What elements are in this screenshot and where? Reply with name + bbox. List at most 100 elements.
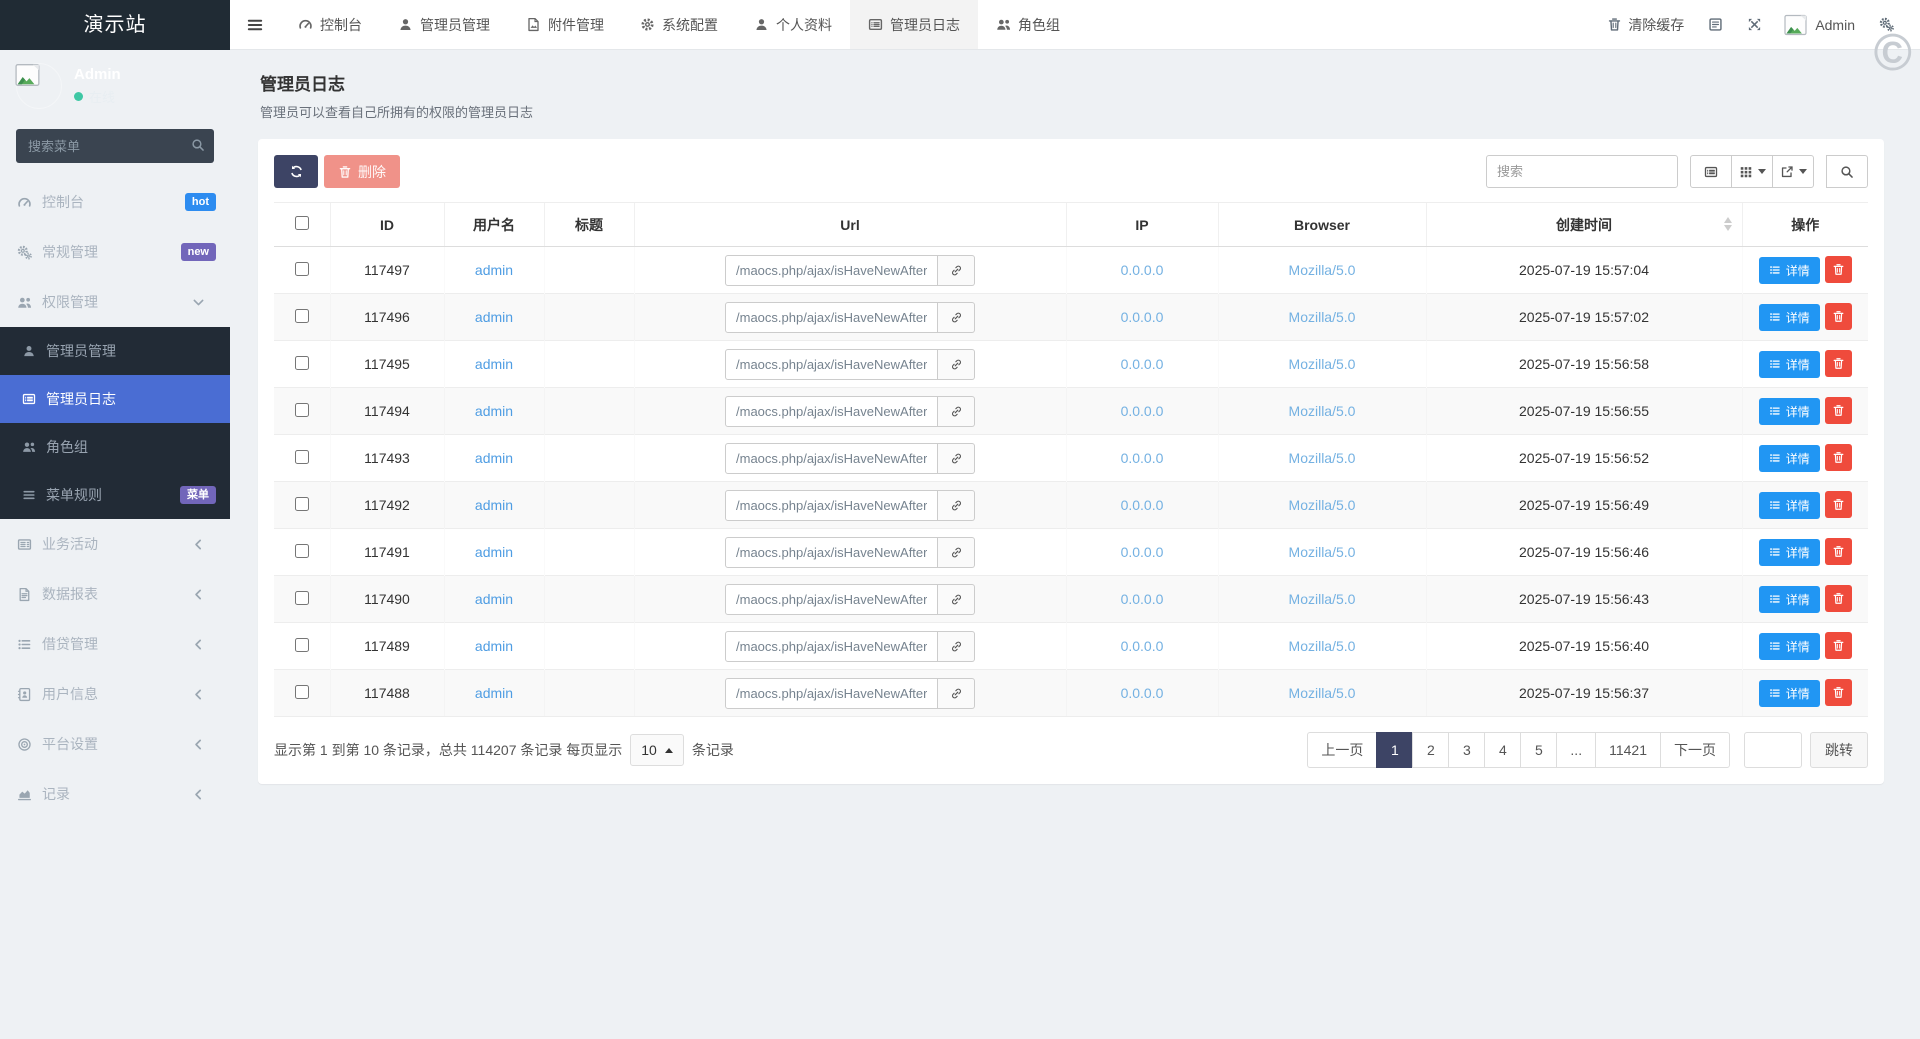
username-link[interactable]: admin [475,638,513,654]
url-input[interactable] [725,302,938,333]
ip-link[interactable]: 0.0.0.0 [1121,544,1164,560]
jump-button[interactable]: 跳转 [1810,732,1868,768]
browser-link[interactable]: Mozilla/5.0 [1289,685,1356,701]
ip-link[interactable]: 0.0.0.0 [1121,497,1164,513]
open-url-button[interactable] [938,490,975,521]
open-url-button[interactable] [938,396,975,427]
detail-button[interactable]: 详情 [1759,633,1820,660]
tab-profile[interactable]: 个人资料 [736,0,850,49]
page-size-select[interactable]: 10 [630,734,684,766]
ip-link[interactable]: 0.0.0.0 [1121,403,1164,419]
browser-link[interactable]: Mozilla/5.0 [1289,497,1356,513]
brand-title[interactable]: 演示站 [0,0,230,50]
username-link[interactable]: admin [475,450,513,466]
sidebar-toggle-button[interactable] [230,0,280,49]
open-url-button[interactable] [938,302,975,333]
row-delete-button[interactable] [1825,397,1852,424]
sort-icon[interactable] [1724,217,1732,231]
row-checkbox[interactable] [295,309,309,323]
menu-search-input[interactable] [16,129,214,163]
row-delete-button[interactable] [1825,491,1852,518]
sidebar-item-report[interactable]: 数据报表 [0,569,230,619]
open-url-button[interactable] [938,631,975,662]
ip-link[interactable]: 0.0.0.0 [1121,638,1164,654]
col-header-created[interactable]: 创建时间 [1426,203,1742,247]
row-checkbox[interactable] [295,685,309,699]
url-input[interactable] [725,349,938,380]
col-header-url[interactable]: Url [634,203,1066,247]
next-page-button[interactable]: 下一页 [1660,732,1730,768]
username-link[interactable]: admin [475,685,513,701]
username-link[interactable]: admin [475,262,513,278]
url-input[interactable] [725,255,938,286]
page-number-button[interactable]: 11421 [1595,732,1661,768]
url-input[interactable] [725,678,938,709]
ip-link[interactable]: 0.0.0.0 [1121,356,1164,372]
sidebar-item-general[interactable]: 常规管理 new [0,227,230,277]
row-checkbox[interactable] [295,356,309,370]
open-url-button[interactable] [938,349,975,380]
username-link[interactable]: admin [475,356,513,372]
tab-role-group[interactable]: 角色组 [978,0,1078,49]
browser-link[interactable]: Mozilla/5.0 [1289,356,1356,372]
col-header-browser[interactable]: Browser [1218,203,1426,247]
sidebar-item-platform[interactable]: 平台设置 [0,719,230,769]
detail-button[interactable]: 详情 [1759,492,1820,519]
username-link[interactable]: admin [475,309,513,325]
open-url-button[interactable] [938,255,975,286]
ip-link[interactable]: 0.0.0.0 [1121,685,1164,701]
ip-link[interactable]: 0.0.0.0 [1121,309,1164,325]
browser-link[interactable]: Mozilla/5.0 [1289,638,1356,654]
row-checkbox[interactable] [295,262,309,276]
jump-page-input[interactable] [1744,732,1802,768]
tab-admin-manage[interactable]: 管理员管理 [380,0,508,49]
row-delete-button[interactable] [1825,303,1852,330]
page-number-button[interactable]: 2 [1412,732,1449,768]
detail-button[interactable]: 详情 [1759,539,1820,566]
sidebar-item-loan[interactable]: 借贷管理 [0,619,230,669]
tab-system-config[interactable]: 系统配置 [622,0,736,49]
ip-link[interactable]: 0.0.0.0 [1121,591,1164,607]
row-delete-button[interactable] [1825,632,1852,659]
row-delete-button[interactable] [1825,679,1852,706]
toggle-view-button[interactable] [1690,155,1732,188]
clear-cache-button[interactable]: 清除缓存 [1607,15,1684,35]
open-url-button[interactable] [938,678,975,709]
row-delete-button[interactable] [1825,585,1852,612]
url-input[interactable] [725,537,938,568]
sidebar-item-business[interactable]: 业务活动 [0,519,230,569]
row-delete-button[interactable] [1825,444,1852,471]
detail-button[interactable]: 详情 [1759,398,1820,425]
open-url-button[interactable] [938,584,975,615]
refresh-button[interactable] [274,155,318,188]
settings-menu-button[interactable] [1879,17,1894,32]
browser-link[interactable]: Mozilla/5.0 [1289,450,1356,466]
open-url-button[interactable] [938,443,975,474]
row-checkbox[interactable] [295,591,309,605]
search-toggle-button[interactable] [1826,155,1868,188]
tab-attachment[interactable]: 附件管理 [508,0,622,49]
username-link[interactable]: admin [475,497,513,513]
username-link[interactable]: admin [475,403,513,419]
select-all-checkbox[interactable] [295,216,309,230]
row-checkbox[interactable] [295,403,309,417]
col-header-ip[interactable]: IP [1066,203,1218,247]
row-delete-button[interactable] [1825,256,1852,283]
ip-link[interactable]: 0.0.0.0 [1121,450,1164,466]
sidebar-item-admin-manage[interactable]: 管理员管理 [0,327,230,375]
tab-admin-log[interactable]: 管理员日志 [850,0,978,49]
detail-button[interactable]: 详情 [1759,304,1820,331]
page-number-button[interactable]: 3 [1448,732,1485,768]
docs-button[interactable] [1708,17,1723,32]
detail-button[interactable]: 详情 [1759,445,1820,472]
col-header-id[interactable]: ID [330,203,444,247]
table-search-input[interactable] [1486,155,1678,188]
sidebar-item-role-group[interactable]: 角色组 [0,423,230,471]
prev-page-button[interactable]: 上一页 [1307,732,1377,768]
row-checkbox[interactable] [295,544,309,558]
sidebar-item-menu-rule[interactable]: 菜单规则 菜单 [0,471,230,519]
detail-button[interactable]: 详情 [1759,257,1820,284]
detail-button[interactable]: 详情 [1759,680,1820,707]
page-number-button[interactable]: 4 [1484,732,1521,768]
header-avatar[interactable] [1784,14,1808,36]
